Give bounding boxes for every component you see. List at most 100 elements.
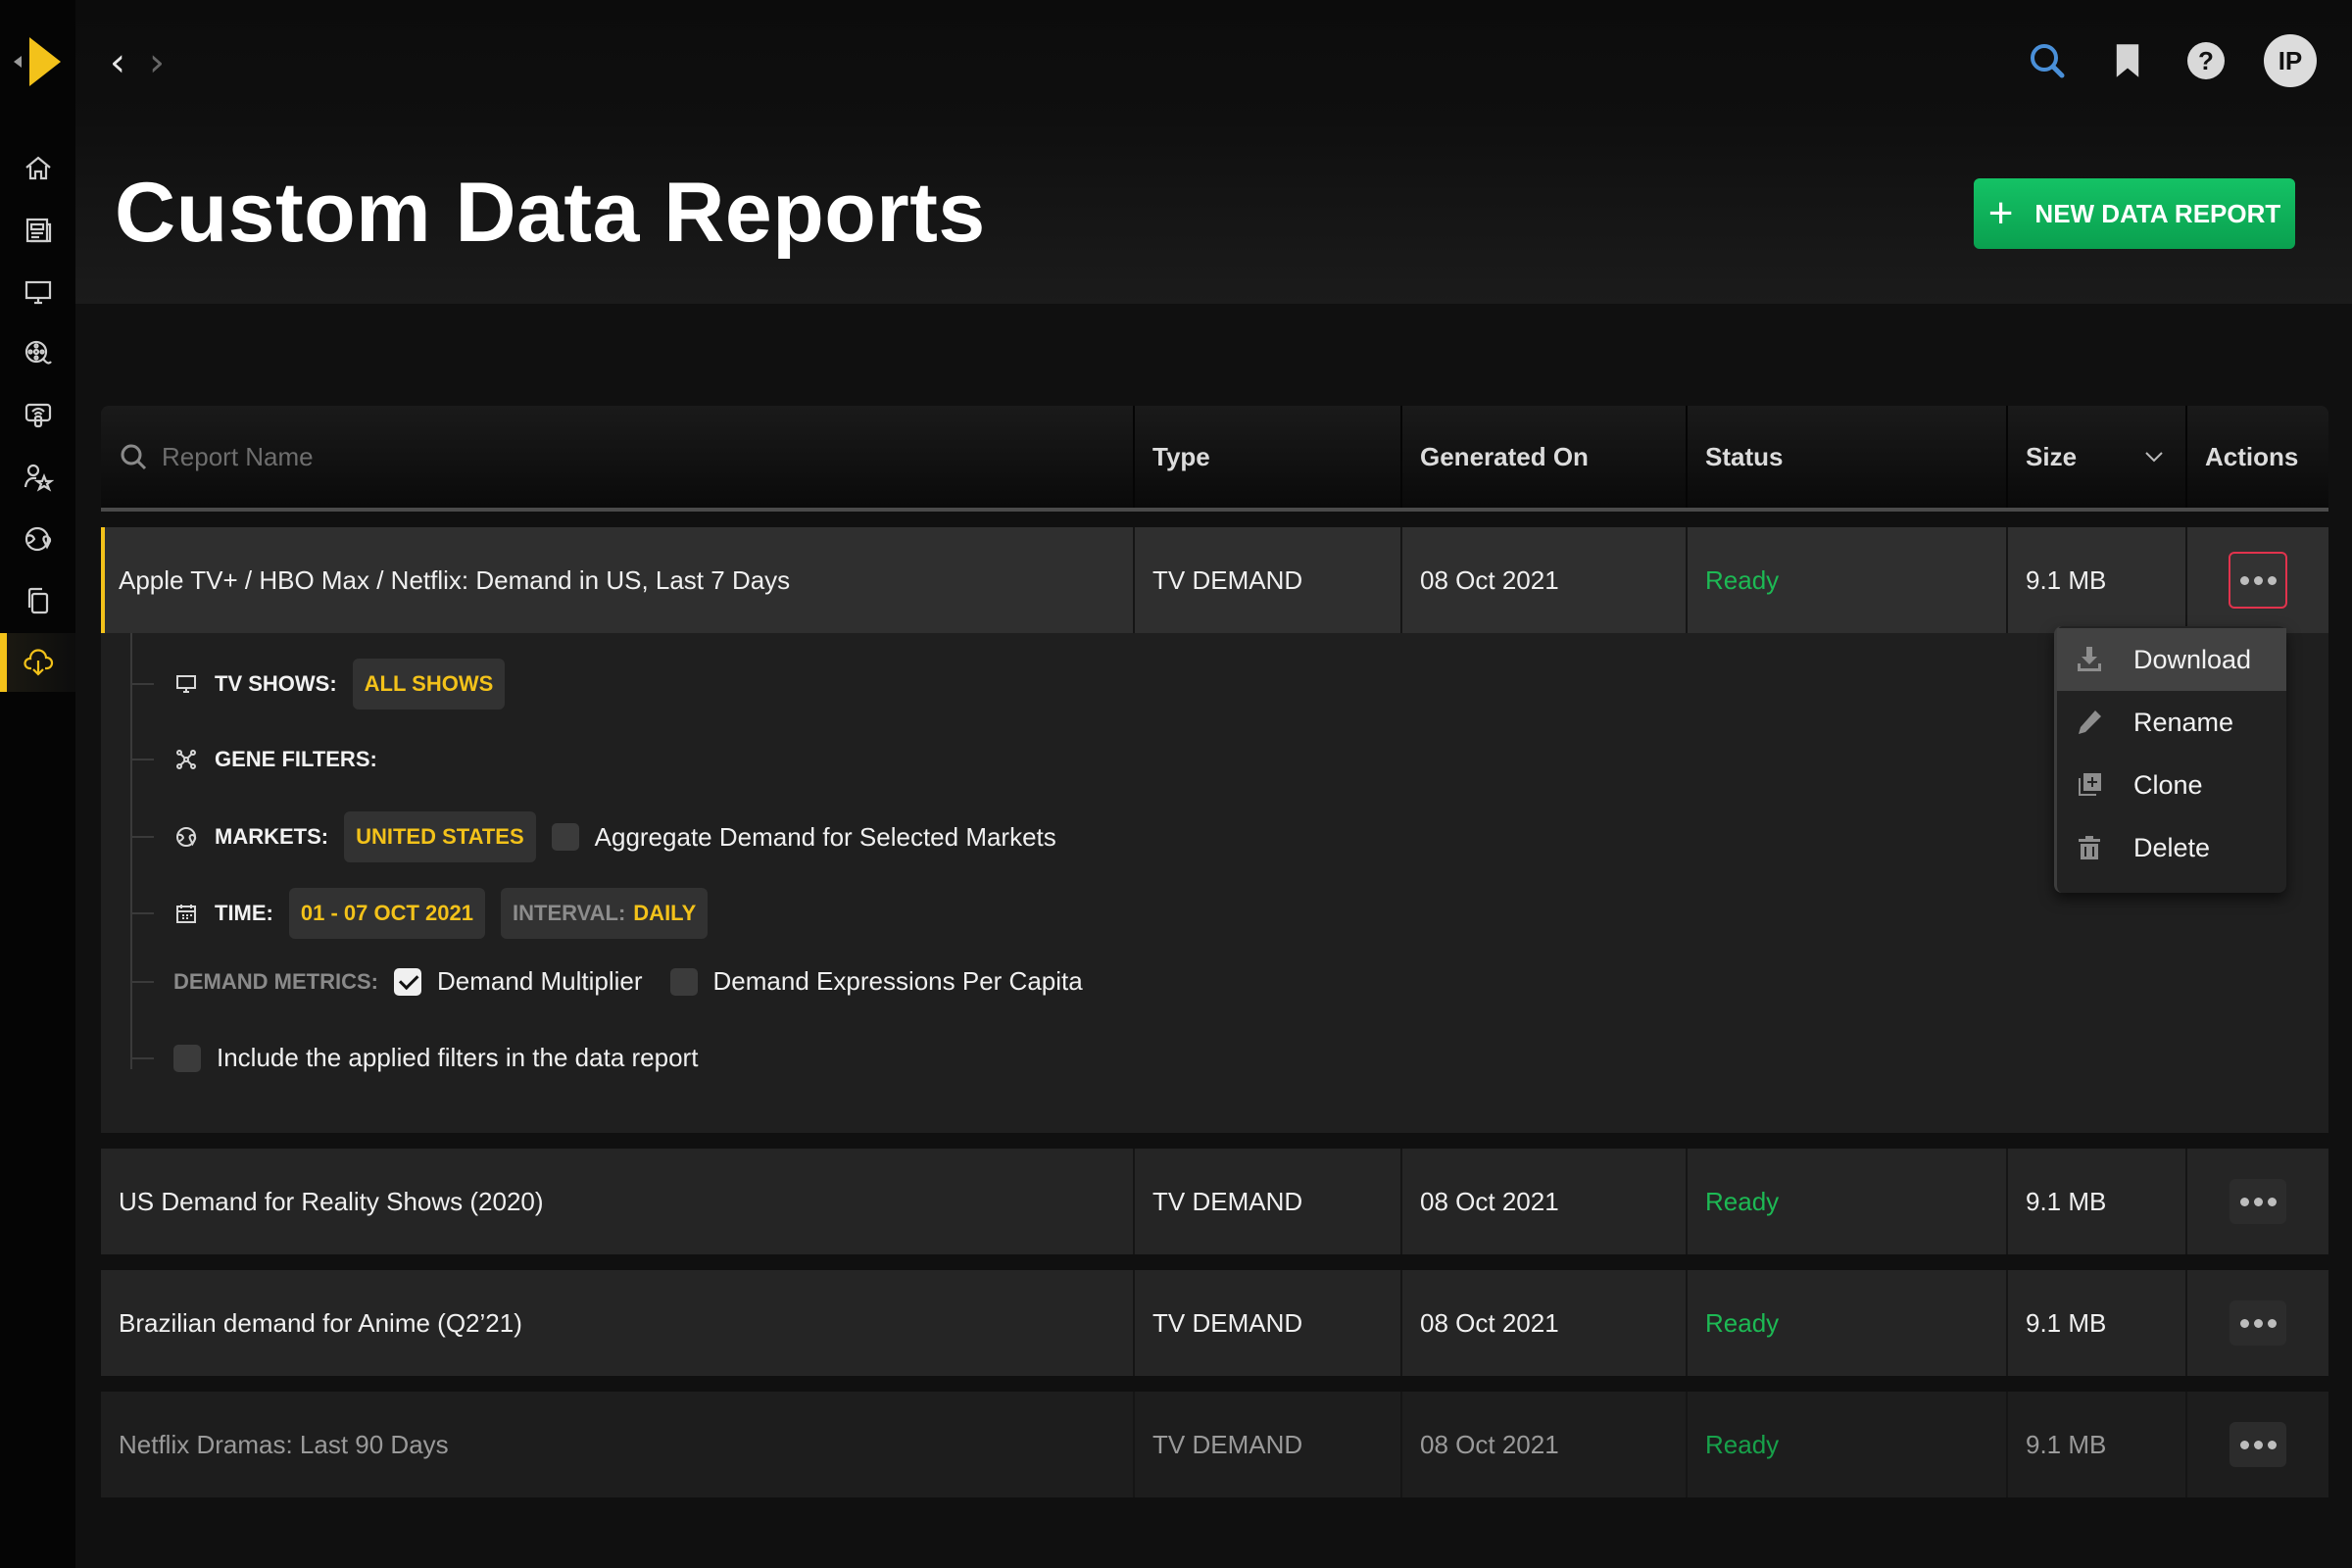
table-row[interactable]: US Demand for Reality Shows (2020) TV DE… bbox=[101, 1149, 2328, 1254]
avatar[interactable]: IP bbox=[2264, 34, 2317, 87]
reports-table: Report Name Type Generated On Status Siz… bbox=[101, 406, 2328, 1497]
home-icon bbox=[24, 156, 51, 180]
more-actions-button[interactable] bbox=[2229, 552, 2287, 609]
search-placeholder: Report Name bbox=[162, 441, 314, 471]
markets-label: MARKETS: bbox=[215, 824, 329, 849]
table-header: Report Name Type Generated On Status Siz… bbox=[101, 406, 2328, 512]
search-button[interactable] bbox=[2027, 40, 2068, 81]
bookmark-button[interactable] bbox=[2107, 40, 2148, 81]
copy-icon bbox=[27, 587, 48, 614]
interval-chip[interactable]: INTERVAL: DAILY bbox=[501, 888, 709, 939]
table-row[interactable]: Netflix Dramas: Last 90 Days TV DEMAND 0… bbox=[101, 1392, 2328, 1497]
menu-item-download[interactable]: Download bbox=[2057, 628, 2286, 691]
new-data-report-button[interactable]: + NEW DATA REPORT bbox=[1974, 178, 2295, 249]
sidebar-item-platforms[interactable] bbox=[0, 386, 75, 445]
tv-shows-chip[interactable]: ALL SHOWS bbox=[352, 659, 506, 710]
sidebar bbox=[0, 0, 75, 1568]
sidebar-item-news[interactable] bbox=[0, 201, 75, 260]
dot bbox=[2267, 1318, 2277, 1328]
menu-item-label: Delete bbox=[2133, 832, 2211, 862]
report-size: 9.1 MB bbox=[2008, 1392, 2187, 1497]
dot bbox=[2267, 1197, 2277, 1206]
more-actions-button[interactable] bbox=[2230, 1300, 2286, 1346]
dot bbox=[2239, 1440, 2249, 1449]
gene-filters: GENE FILTERS: bbox=[130, 747, 377, 772]
interval-label: INTERVAL: bbox=[513, 901, 626, 925]
aggregate-checkbox[interactable] bbox=[551, 823, 579, 851]
forward-arrow-icon[interactable]: › bbox=[149, 43, 165, 82]
gene-network-icon bbox=[173, 747, 199, 772]
report-name[interactable]: Netflix Dramas: Last 90 Days bbox=[101, 1392, 1135, 1497]
dot bbox=[2239, 1318, 2249, 1328]
column-size-label: Size bbox=[2026, 441, 2078, 471]
time-value: 01 - 07 OCT 2021 bbox=[300, 901, 473, 925]
tv-icon bbox=[173, 671, 199, 697]
report-size: 9.1 MB bbox=[2008, 1149, 2187, 1254]
time-chip[interactable]: 01 - 07 OCT 2021 bbox=[288, 888, 485, 939]
sidebar-item-tv[interactable] bbox=[0, 263, 75, 321]
more-actions-button[interactable] bbox=[2230, 1179, 2286, 1224]
menu-item-delete[interactable]: Delete bbox=[2057, 816, 2286, 879]
menu-item-rename[interactable]: Rename bbox=[2057, 691, 2286, 754]
column-status[interactable]: Status bbox=[1688, 406, 2008, 508]
demand-metrics-label: DEMAND METRICS: bbox=[173, 968, 378, 994]
actions-cell bbox=[2187, 1270, 2328, 1376]
back-arrow-icon[interactable]: ‹ bbox=[110, 43, 125, 82]
tv-shows-label: TV SHOWS: bbox=[215, 671, 337, 696]
markets-chip[interactable]: UNITED STATES bbox=[344, 811, 536, 862]
history-nav: ‹ › bbox=[110, 43, 165, 82]
calendar-icon bbox=[173, 901, 199, 926]
play-logo-icon[interactable] bbox=[10, 35, 69, 88]
sidebar-item-compare[interactable] bbox=[0, 571, 75, 630]
sidebar-item-home[interactable] bbox=[0, 139, 75, 198]
new-data-report-label: NEW DATA REPORT bbox=[2034, 198, 2281, 228]
status-badge: Ready bbox=[1688, 1392, 2008, 1497]
demand-per-capita-checkbox[interactable] bbox=[669, 967, 698, 996]
demand-per-capita-label: Demand Expressions Per Capita bbox=[712, 966, 1083, 996]
report-name[interactable]: Apple TV+ / HBO Max / Netflix: Demand in… bbox=[101, 527, 1135, 633]
tv-icon bbox=[24, 280, 51, 305]
status-badge: Ready bbox=[1688, 527, 2008, 633]
time-filter: TIME: 01 - 07 OCT 2021 INTERVAL: DAILY bbox=[130, 888, 709, 939]
chevron-down-icon[interactable] bbox=[2142, 445, 2166, 468]
include-filters-checkbox[interactable] bbox=[173, 1044, 201, 1072]
dot bbox=[2253, 1197, 2263, 1206]
report-type: TV DEMAND bbox=[1135, 1392, 1402, 1497]
table-row[interactable]: Apple TV+ / HBO Max / Netflix: Demand in… bbox=[101, 527, 2328, 633]
sidebar-item-markets[interactable] bbox=[0, 510, 75, 568]
table-row[interactable]: Brazilian demand for Anime (Q2’21) TV DE… bbox=[101, 1270, 2328, 1376]
report-type: TV DEMAND bbox=[1135, 1149, 1402, 1254]
help-icon[interactable]: ? bbox=[2187, 42, 2225, 79]
demand-multiplier-checkbox[interactable] bbox=[394, 967, 421, 996]
bookmark-icon bbox=[2116, 44, 2139, 77]
dot bbox=[2253, 575, 2263, 585]
report-size: 9.1 MB bbox=[2008, 1270, 2187, 1376]
dot bbox=[2253, 1440, 2263, 1449]
report-size: 9.1 MB bbox=[2008, 527, 2187, 633]
report-details-panel: TV SHOWS: ALL SHOWS GENE FILTERS: MARKET… bbox=[101, 633, 2328, 1133]
news-icon bbox=[25, 218, 51, 243]
more-actions-button[interactable] bbox=[2230, 1422, 2286, 1467]
report-type: TV DEMAND bbox=[1135, 527, 1402, 633]
gene-filters-label: GENE FILTERS: bbox=[215, 747, 377, 771]
report-name[interactable]: Brazilian demand for Anime (Q2’21) bbox=[101, 1270, 1135, 1376]
report-name-search[interactable]: Report Name bbox=[101, 406, 1135, 508]
column-size[interactable]: Size bbox=[2008, 406, 2187, 508]
film-search-icon bbox=[24, 340, 52, 365]
report-name[interactable]: US Demand for Reality Shows (2020) bbox=[101, 1149, 1135, 1254]
menu-item-label: Clone bbox=[2133, 769, 2203, 800]
actions-menu: Download Rename Clone Delete bbox=[2054, 626, 2286, 893]
menu-item-label: Download bbox=[2133, 644, 2252, 674]
sidebar-item-talent[interactable] bbox=[0, 448, 75, 507]
menu-item-clone[interactable]: Clone bbox=[2057, 754, 2286, 816]
sidebar-item-discover[interactable] bbox=[0, 324, 75, 383]
cloud-download-icon bbox=[23, 649, 53, 676]
sidebar-item-data-reports[interactable] bbox=[0, 633, 75, 692]
tv-shows-filter: TV SHOWS: ALL SHOWS bbox=[130, 659, 506, 710]
column-actions: Actions bbox=[2205, 441, 2299, 471]
markets-value: UNITED STATES bbox=[356, 824, 524, 849]
column-type[interactable]: Type bbox=[1135, 406, 1402, 508]
status-badge: Ready bbox=[1688, 1149, 2008, 1254]
demand-metrics: DEMAND METRICS: Demand Multiplier Demand… bbox=[130, 966, 1083, 997]
column-generated-on[interactable]: Generated On bbox=[1402, 406, 1688, 508]
